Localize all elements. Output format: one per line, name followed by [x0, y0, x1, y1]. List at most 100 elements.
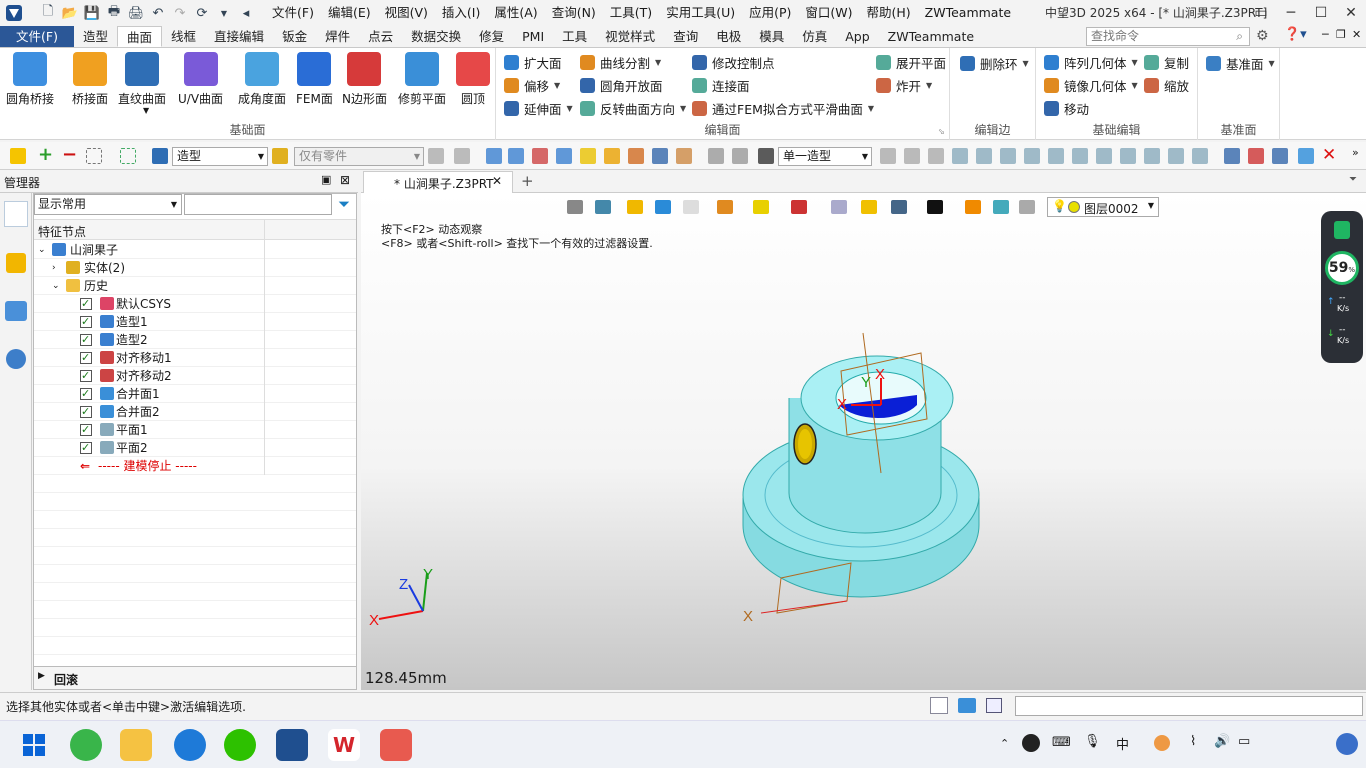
tree-row[interactable]: ⇐ ----- 建模停止 -----: [34, 457, 356, 475]
new-file-icon[interactable]: 🗋: [37, 2, 59, 24]
toolbar-tool-icon[interactable]: [604, 148, 620, 164]
toolbar-tool-icon[interactable]: [556, 148, 572, 164]
toolbar-tool-icon[interactable]: [952, 148, 968, 164]
menu-item[interactable]: 文件(F): [265, 0, 321, 26]
toolbar-tool-icon[interactable]: [1224, 148, 1240, 164]
ribbon-tab[interactable]: 线框: [162, 26, 205, 47]
ribbon-small-button[interactable]: 延伸面 ▼: [504, 98, 573, 118]
status-toggle-icon[interactable]: [930, 697, 948, 714]
ribbon-small-button[interactable]: 修改控制点: [692, 52, 775, 72]
ribbon-small-button[interactable]: 展开平面: [876, 52, 946, 72]
assembly-tab-icon[interactable]: [6, 253, 26, 273]
toolbar-tool-icon[interactable]: [880, 148, 896, 164]
toolbar-tool-icon[interactable]: [758, 148, 774, 164]
qq-tray-icon[interactable]: [1022, 734, 1040, 752]
wps-icon[interactable]: W: [328, 729, 360, 761]
app-icon[interactable]: [380, 729, 412, 761]
rollback-row[interactable]: ▶ 回滚: [34, 666, 356, 689]
edge-icon[interactable]: [174, 729, 206, 761]
ribbon-big-button[interactable]: U/V曲面: [178, 52, 223, 107]
ribbon-big-button[interactable]: 桥接面: [72, 52, 108, 107]
ribbon-tab[interactable]: 修复: [470, 26, 513, 47]
ribbon-small-button[interactable]: 炸开 ▼: [876, 75, 932, 95]
app-logo-icon[interactable]: [3, 2, 25, 24]
ribbon-small-button[interactable]: 扩大面: [504, 52, 562, 72]
minimize-button[interactable]: ─: [1276, 0, 1306, 26]
print-preview-icon[interactable]: 🖨: [125, 2, 147, 24]
ribbon-tab[interactable]: 焊件: [316, 26, 359, 47]
tree-row[interactable]: 合并面2: [34, 403, 356, 421]
tray-expand-icon[interactable]: ⌃: [1000, 737, 1009, 750]
close-x-icon[interactable]: ✕: [1322, 145, 1338, 165]
visibility-checkbox[interactable]: [80, 295, 92, 313]
ribbon-small-button[interactable]: 连接面: [692, 75, 750, 95]
ribbon-small-button[interactable]: 通过FEM拟合方式平滑曲面 ▼: [692, 98, 874, 118]
remove-icon[interactable]: −: [62, 144, 78, 165]
pick-filter-icon[interactable]: [10, 148, 26, 164]
ribbon-small-button[interactable]: 缩放: [1144, 75, 1189, 95]
ribbon-tab[interactable]: App: [836, 26, 878, 47]
restore-ribbon-icon[interactable]: ▭: [1246, 0, 1276, 26]
ribbon-small-button[interactable]: 镜像几何体 ▼: [1044, 75, 1138, 95]
ribbon-tab[interactable]: 视觉样式: [596, 26, 664, 47]
ribbon-tab[interactable]: 仿真: [793, 26, 836, 47]
toolbar-tool-icon[interactable]: [1248, 148, 1264, 164]
ribbon-big-button[interactable]: 圆顶: [456, 52, 490, 107]
redo-icon[interactable]: ↷: [169, 2, 191, 24]
network-monitor-widget[interactable]: 59% ↑ -- K/s ↓ -- K/s: [1321, 211, 1363, 363]
ribbon-small-button[interactable]: 曲线分割 ▼: [580, 52, 661, 72]
toolbar-tool-icon[interactable]: [1272, 148, 1288, 164]
menu-item[interactable]: 编辑(E): [321, 0, 378, 26]
pin-icon[interactable]: ▣: [321, 173, 331, 186]
toolbar-tool-icon[interactable]: [1096, 148, 1112, 164]
ruled-surface-dropdown-icon[interactable]: ▼: [143, 106, 149, 115]
volume-icon[interactable]: 🔊: [1214, 734, 1230, 749]
toolbar-tool-icon[interactable]: [904, 148, 920, 164]
visibility-checkbox[interactable]: [80, 367, 92, 385]
settings-gear-icon[interactable]: ⚙: [1256, 28, 1269, 44]
file-explorer-icon[interactable]: [120, 729, 152, 761]
toolbar-tool-icon[interactable]: [1072, 148, 1088, 164]
toolbar-tool-icon[interactable]: [1192, 148, 1208, 164]
undo-icon[interactable]: ↶: [147, 2, 169, 24]
visibility-checkbox[interactable]: [80, 421, 92, 439]
toolbar-tool-icon[interactable]: [1048, 148, 1064, 164]
tree-row[interactable]: 对齐移动1: [34, 349, 356, 367]
ribbon-tab[interactable]: 工具: [553, 26, 596, 47]
command-input[interactable]: [1015, 696, 1363, 716]
view-manager-tab-icon[interactable]: [5, 301, 27, 321]
menu-item[interactable]: 视图(V): [378, 0, 435, 26]
print-icon[interactable]: 🖶: [103, 2, 125, 24]
tab-list-icon[interactable]: ⏷: [1349, 174, 1357, 185]
toolbar-tool-icon[interactable]: [532, 148, 548, 164]
tree-row[interactable]: ⌄ 山涧果子: [34, 241, 356, 259]
ribbon-tab[interactable]: 点云: [359, 26, 402, 47]
ribbon-small-button[interactable]: 反转曲面方向 ▼: [580, 98, 686, 118]
tab-close-icon[interactable]: ✕: [492, 174, 502, 188]
toolbar-tool-icon[interactable]: [1144, 148, 1160, 164]
rebuild-icon[interactable]: ⟳: [191, 2, 213, 24]
ribbon-tab[interactable]: PMI: [513, 26, 553, 47]
zw3d-taskbar-icon[interactable]: [276, 729, 308, 761]
toolbar-tool-icon[interactable]: [1168, 148, 1184, 164]
lock-icon[interactable]: [428, 148, 444, 164]
tree-row[interactable]: ⌄ 历史: [34, 277, 356, 295]
toolbar-tool-icon[interactable]: [928, 148, 944, 164]
ribbon-small-button[interactable]: 移动: [1044, 98, 1089, 118]
toolbar-tool-icon[interactable]: [708, 148, 724, 164]
wechat-icon[interactable]: [224, 729, 256, 761]
ribbon-tab[interactable]: 直接编辑: [205, 26, 273, 47]
browser-e-icon[interactable]: [70, 729, 102, 761]
ribbon-big-button[interactable]: FEM面: [296, 52, 333, 107]
toolbar-tool-icon[interactable]: [1298, 148, 1314, 164]
display-filter-select[interactable]: 显示常用 ▼: [34, 194, 182, 215]
ribbon-big-button[interactable]: 圆角桥接: [6, 52, 54, 107]
collapse-arrow-icon[interactable]: ⌄: [38, 241, 46, 259]
tree-row[interactable]: 合并面1: [34, 385, 356, 403]
tree-row[interactable]: 平面2: [34, 439, 356, 457]
toolbar-tool-icon[interactable]: [508, 148, 524, 164]
menu-item[interactable]: 实用工具(U): [659, 0, 742, 26]
sogou-icon[interactable]: [1154, 735, 1170, 751]
tree-row[interactable]: 造型2: [34, 331, 356, 349]
toolbar-tool-icon[interactable]: [580, 148, 596, 164]
